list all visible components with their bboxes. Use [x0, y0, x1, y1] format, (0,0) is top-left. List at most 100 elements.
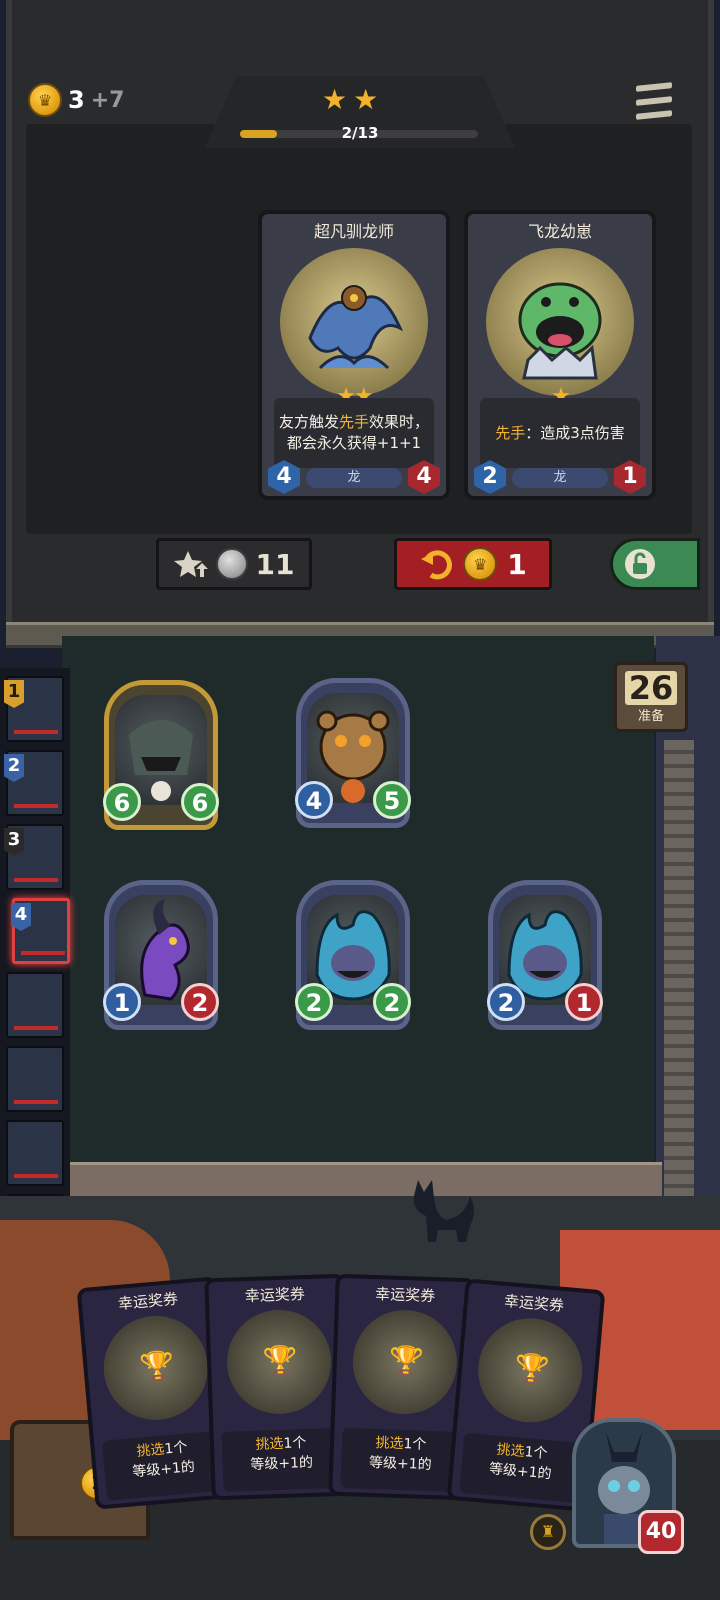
opponent-rank: 2: [4, 754, 24, 782]
desc-keyword: 先手: [495, 423, 526, 442]
stone-pillar: [664, 740, 694, 1250]
refresh-arrow-icon: [421, 550, 453, 580]
opponent-rank: 3: [4, 828, 24, 856]
gold-income: +7: [90, 87, 125, 113]
prep-label: 准备: [637, 708, 664, 724]
lock-shop-button[interactable]: [610, 538, 700, 590]
hero-power-button[interactable]: ♜: [530, 1514, 566, 1550]
baby-dragon-art-icon: [518, 282, 602, 380]
opponent-portrait[interactable]: [6, 972, 64, 1038]
upgrade-cost: 11: [255, 547, 295, 581]
gold-counter: ♛ 3 +7: [28, 82, 124, 118]
opponent-hp-bar: [14, 1026, 58, 1030]
tavern-tier-stars: ★ ★: [322, 86, 378, 114]
tier-progress-text: 2/13: [341, 124, 379, 142]
prep-timer-sign: 26 准备: [614, 662, 688, 732]
board-minion[interactable]: 4 5: [295, 678, 411, 828]
shop-card[interactable]: 飞龙幼崽 ★ 先手：造成3点伤害 龙 2 1: [464, 210, 656, 500]
card-tribe: 龙: [512, 468, 608, 488]
desc-text: 等级+1的: [368, 1454, 432, 1474]
trophy-art: [225, 1308, 333, 1416]
hand-card-name: 幸运奖券: [374, 1285, 436, 1306]
crown-coin-icon: ♛: [463, 547, 498, 581]
menu-line: [636, 96, 672, 106]
opponent-hp-bar: [14, 804, 58, 808]
crown-coin-icon: ♛: [28, 83, 62, 117]
hero-health: 40: [638, 1510, 684, 1554]
hand-card-name: 幸运奖券: [503, 1291, 565, 1315]
opponent-rank: 1: [4, 680, 24, 708]
desc-text: 等级+1的: [488, 1461, 553, 1483]
unlock-icon: [625, 549, 655, 579]
opponent-hp-bar: [14, 1174, 58, 1178]
minion-attack: 2: [295, 983, 333, 1021]
hand-card-desc: 挑选1个 等级+1的: [459, 1432, 583, 1503]
opponent-portrait[interactable]: 2: [4, 750, 64, 816]
opponent-rank: 4: [11, 903, 31, 931]
gold-value: 3: [68, 86, 85, 114]
trophy-art: [351, 1308, 459, 1416]
minion-health: 6: [181, 783, 219, 821]
opponent-portrait-next[interactable]: 4: [11, 898, 70, 964]
desc-text: 1个: [523, 1444, 549, 1463]
card-name: 飞龙幼崽: [527, 222, 592, 241]
refresh-shop-button[interactable]: ♛ 1: [394, 538, 552, 590]
card-description: 友方触发先手效果时，都会永久获得+1+1: [274, 398, 434, 468]
opponent-portrait[interactable]: [6, 1046, 64, 1112]
opponent-hp-bar: [21, 951, 65, 955]
hand-card-name: 幸运奖券: [117, 1289, 179, 1313]
board-minion[interactable]: 2 2: [295, 880, 411, 1030]
desc-text: 等级+1的: [250, 1454, 314, 1474]
upgrade-tavern-button[interactable]: 11: [156, 538, 312, 590]
minion-health: 1: [565, 983, 603, 1021]
minion-attack: 2: [487, 983, 525, 1021]
card-description: 先手：造成3点伤害: [480, 398, 640, 468]
minion-health: 2: [181, 983, 219, 1021]
hero-power-icon: ♜: [540, 1522, 556, 1541]
opponent-portrait[interactable]: 1: [4, 676, 64, 742]
trophy-art: [473, 1313, 587, 1427]
card-name: 超凡驯龙师: [313, 222, 394, 241]
card-tribe: 龙: [306, 468, 402, 488]
shop-card[interactable]: 超凡驯龙师 ★★ 友方触发先手效果时，都会永久获得+1+1 龙 4 4: [258, 210, 450, 500]
hand-card-desc: 挑选1个 等级+1的: [101, 1430, 225, 1501]
opponent-hp-bar: [14, 1100, 58, 1104]
opponent-hp-bar: [14, 878, 58, 882]
hand-card-desc: 挑选1个 等级+1的: [221, 1427, 342, 1492]
menu-button[interactable]: [636, 82, 672, 120]
desc-keyword: 先手: [338, 413, 369, 431]
desc-keyword: 挑选: [495, 1441, 526, 1461]
tier-star-icon: ★: [353, 83, 379, 116]
minion-attack: 4: [295, 781, 333, 819]
dragon-art-icon: [308, 285, 404, 370]
hand-card-name: 幸运奖券: [244, 1285, 306, 1306]
board-minion[interactable]: 6 6: [103, 680, 219, 830]
star-upgrade-icon: [173, 551, 208, 577]
opponent-portrait[interactable]: 3: [4, 824, 64, 890]
minion-attack: 1: [103, 983, 141, 1021]
refresh-cost: 1: [507, 547, 527, 581]
trophy-art: [99, 1311, 213, 1425]
desc-text: 友方触发: [278, 413, 339, 431]
desc-text: 1个: [163, 1439, 189, 1458]
board-minion[interactable]: 1 2: [103, 880, 219, 1030]
hand-card-desc: 挑选1个 等级+1的: [340, 1427, 461, 1493]
prep-count: 26: [624, 670, 678, 705]
board-ledge: [62, 1162, 662, 1199]
desc-text: ：造成3点伤害: [525, 423, 625, 442]
desc-text: 1个: [403, 1436, 427, 1453]
board-minion[interactable]: 2 1: [487, 880, 603, 1030]
opponent-portrait[interactable]: [6, 1120, 64, 1186]
minion-health: 5: [373, 781, 411, 819]
desc-keyword: 挑选: [255, 1435, 284, 1453]
baby-dragon-portrait: [486, 248, 634, 396]
menu-line: [636, 82, 672, 92]
silver-coin-icon: [215, 548, 248, 580]
desc-keyword: 挑选: [135, 1441, 166, 1460]
black-cat-icon: [413, 1180, 474, 1242]
opponent-hp-bar: [14, 730, 58, 734]
dragon-tamer-portrait: [280, 248, 428, 396]
minion-attack: 6: [103, 783, 141, 821]
minion-health: 2: [373, 983, 411, 1021]
tier-progress-fill: [240, 130, 277, 138]
